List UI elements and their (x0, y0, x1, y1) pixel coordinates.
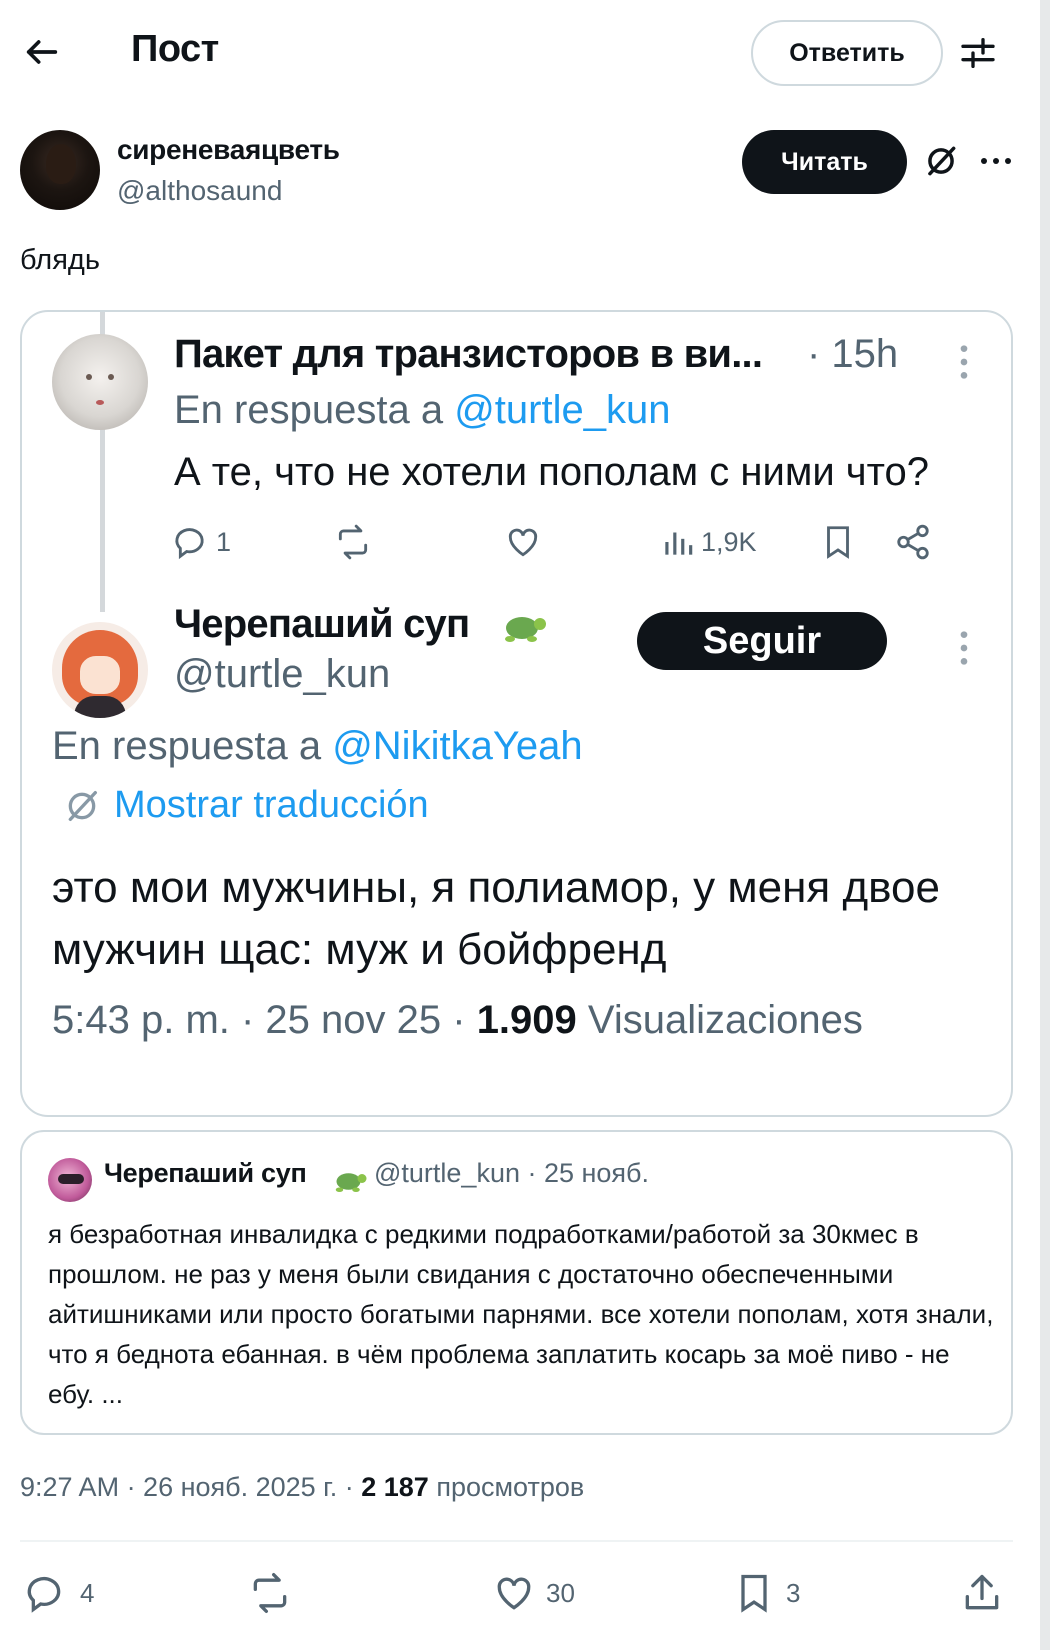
tweet2-views-count: 1.909 (476, 998, 577, 1042)
reply-mention: @turtle_kun (454, 388, 671, 432)
author-handle[interactable]: @althosaund (117, 175, 282, 207)
tweet2-author-handle: @turtle_kun (174, 652, 391, 696)
bookmark-icon (741, 1574, 767, 1613)
retweet-icon (338, 524, 368, 560)
tweet2-meta: 5:43 p. m. · 25 nov 25 · 1.909 Visualiza… (52, 998, 863, 1043)
translate-icon (68, 790, 98, 821)
page-title: Пост (131, 28, 219, 70)
share-icon (897, 524, 929, 560)
tweet1-views-action: 1,9K (659, 520, 757, 564)
back-arrow-icon[interactable] (22, 32, 62, 72)
tweet2-author-name: Черепаший суп (174, 602, 470, 646)
tweet1-actions: 1 1,9K (174, 520, 964, 570)
bookmark-count: 3 (786, 1577, 801, 1608)
quote-meta: @turtle_kun · 25 нояб. (374, 1158, 650, 1188)
heart-icon (508, 528, 538, 557)
bookmark-icon (827, 526, 849, 559)
reply-mention: @NikitkaYeah (332, 724, 583, 768)
tweet2-more-icon (960, 631, 968, 665)
reply-action[interactable]: 4 (26, 1565, 94, 1621)
turtle-emoji-icon (505, 617, 546, 642)
tweet1-author-name: Пакет для транзисторов в ви... (174, 332, 763, 376)
tweet1-share-action (894, 520, 932, 564)
tweet1-reply-action: 1 (174, 520, 231, 564)
share-action[interactable] (960, 1565, 1004, 1621)
tweet1-time: · 15h (807, 332, 899, 376)
tweet1-reply-context: En respuesta a @turtle_kun (174, 388, 670, 433)
tweet1-views-count: 1,9K (701, 526, 757, 557)
post-text: блядь (20, 244, 100, 276)
more-options-icon[interactable] (978, 146, 1014, 176)
post-action-bar: 4 30 3 (20, 1565, 1013, 1625)
quote-text: я безработная инвалидка с редкими подраб… (48, 1219, 994, 1409)
divider (20, 1540, 1013, 1542)
quote-avatar (48, 1158, 92, 1202)
tweet2-date: 5:43 p. m. · 25 nov 25 · (52, 998, 466, 1042)
tweet1-reply-count: 1 (216, 526, 232, 557)
tweet2-avatar (52, 622, 148, 718)
tweet1-retweet-action (334, 520, 372, 564)
tweet1-bookmark-action (819, 520, 857, 564)
retweet-icon (253, 1573, 287, 1613)
heart-icon (497, 1577, 531, 1610)
retweet-action[interactable] (248, 1565, 292, 1621)
reply-count: 4 (80, 1577, 95, 1608)
views-chart-icon (665, 532, 693, 555)
tweet2-follow-button: Seguir (637, 612, 887, 670)
tweet2-text: это мои мужчины, я полиамор, у меня двое… (52, 863, 940, 974)
follow-button[interactable]: Читать (742, 130, 907, 194)
tweet1-more-icon (960, 345, 968, 379)
reply-icon (27, 1577, 61, 1613)
author-name[interactable]: сиреневаяцветь (117, 134, 340, 166)
bookmark-action[interactable]: 3 (732, 1565, 800, 1621)
like-count: 30 (546, 1577, 575, 1608)
quoted-tweet[interactable]: Черепаший суп @turtle_kun · 25 нояб. я б… (20, 1130, 1013, 1435)
like-action[interactable]: 30 (492, 1565, 575, 1621)
settings-sliders-icon[interactable] (958, 33, 998, 73)
tweet2-translate-link: Mostrar traducción (62, 784, 429, 827)
author-avatar[interactable] (20, 130, 100, 210)
tweet2-views-label: Visualizaciones (587, 998, 863, 1042)
post-date: 9:27 AM · 26 нояб. 2025 г. · (20, 1472, 354, 1502)
post-views-count: 2 187 (361, 1472, 429, 1502)
quote-author-name: Черепаший суп (104, 1158, 307, 1188)
post-timestamp: 9:27 AM · 26 нояб. 2025 г. · 2 187 просм… (20, 1472, 584, 1503)
top-bar: Пост Ответить (0, 0, 1050, 105)
tweet1-text: А те, что не хотели пополам с ними что? (174, 450, 929, 494)
tweet1-avatar (52, 334, 148, 430)
turtle-emoji-icon (335, 1173, 367, 1192)
tweet2-reply-context: En respuesta a @NikitkaYeah (52, 724, 583, 769)
scrollbar-track[interactable] (1040, 0, 1050, 1650)
translate-label: Mostrar traducción (114, 784, 429, 826)
tweet1-like-action (504, 520, 542, 564)
share-upload-icon (965, 1574, 999, 1610)
reply-prefix: En respuesta a (174, 388, 444, 432)
translate-icon[interactable] (922, 142, 960, 180)
post-views-label: просмотров (436, 1472, 585, 1502)
reply-button[interactable]: Ответить (751, 20, 943, 86)
reply-icon (175, 528, 204, 560)
attached-screenshot[interactable]: Пакет для транзисторов в ви... · 15h En … (20, 310, 1013, 1117)
reply-prefix: En respuesta a (52, 724, 322, 768)
